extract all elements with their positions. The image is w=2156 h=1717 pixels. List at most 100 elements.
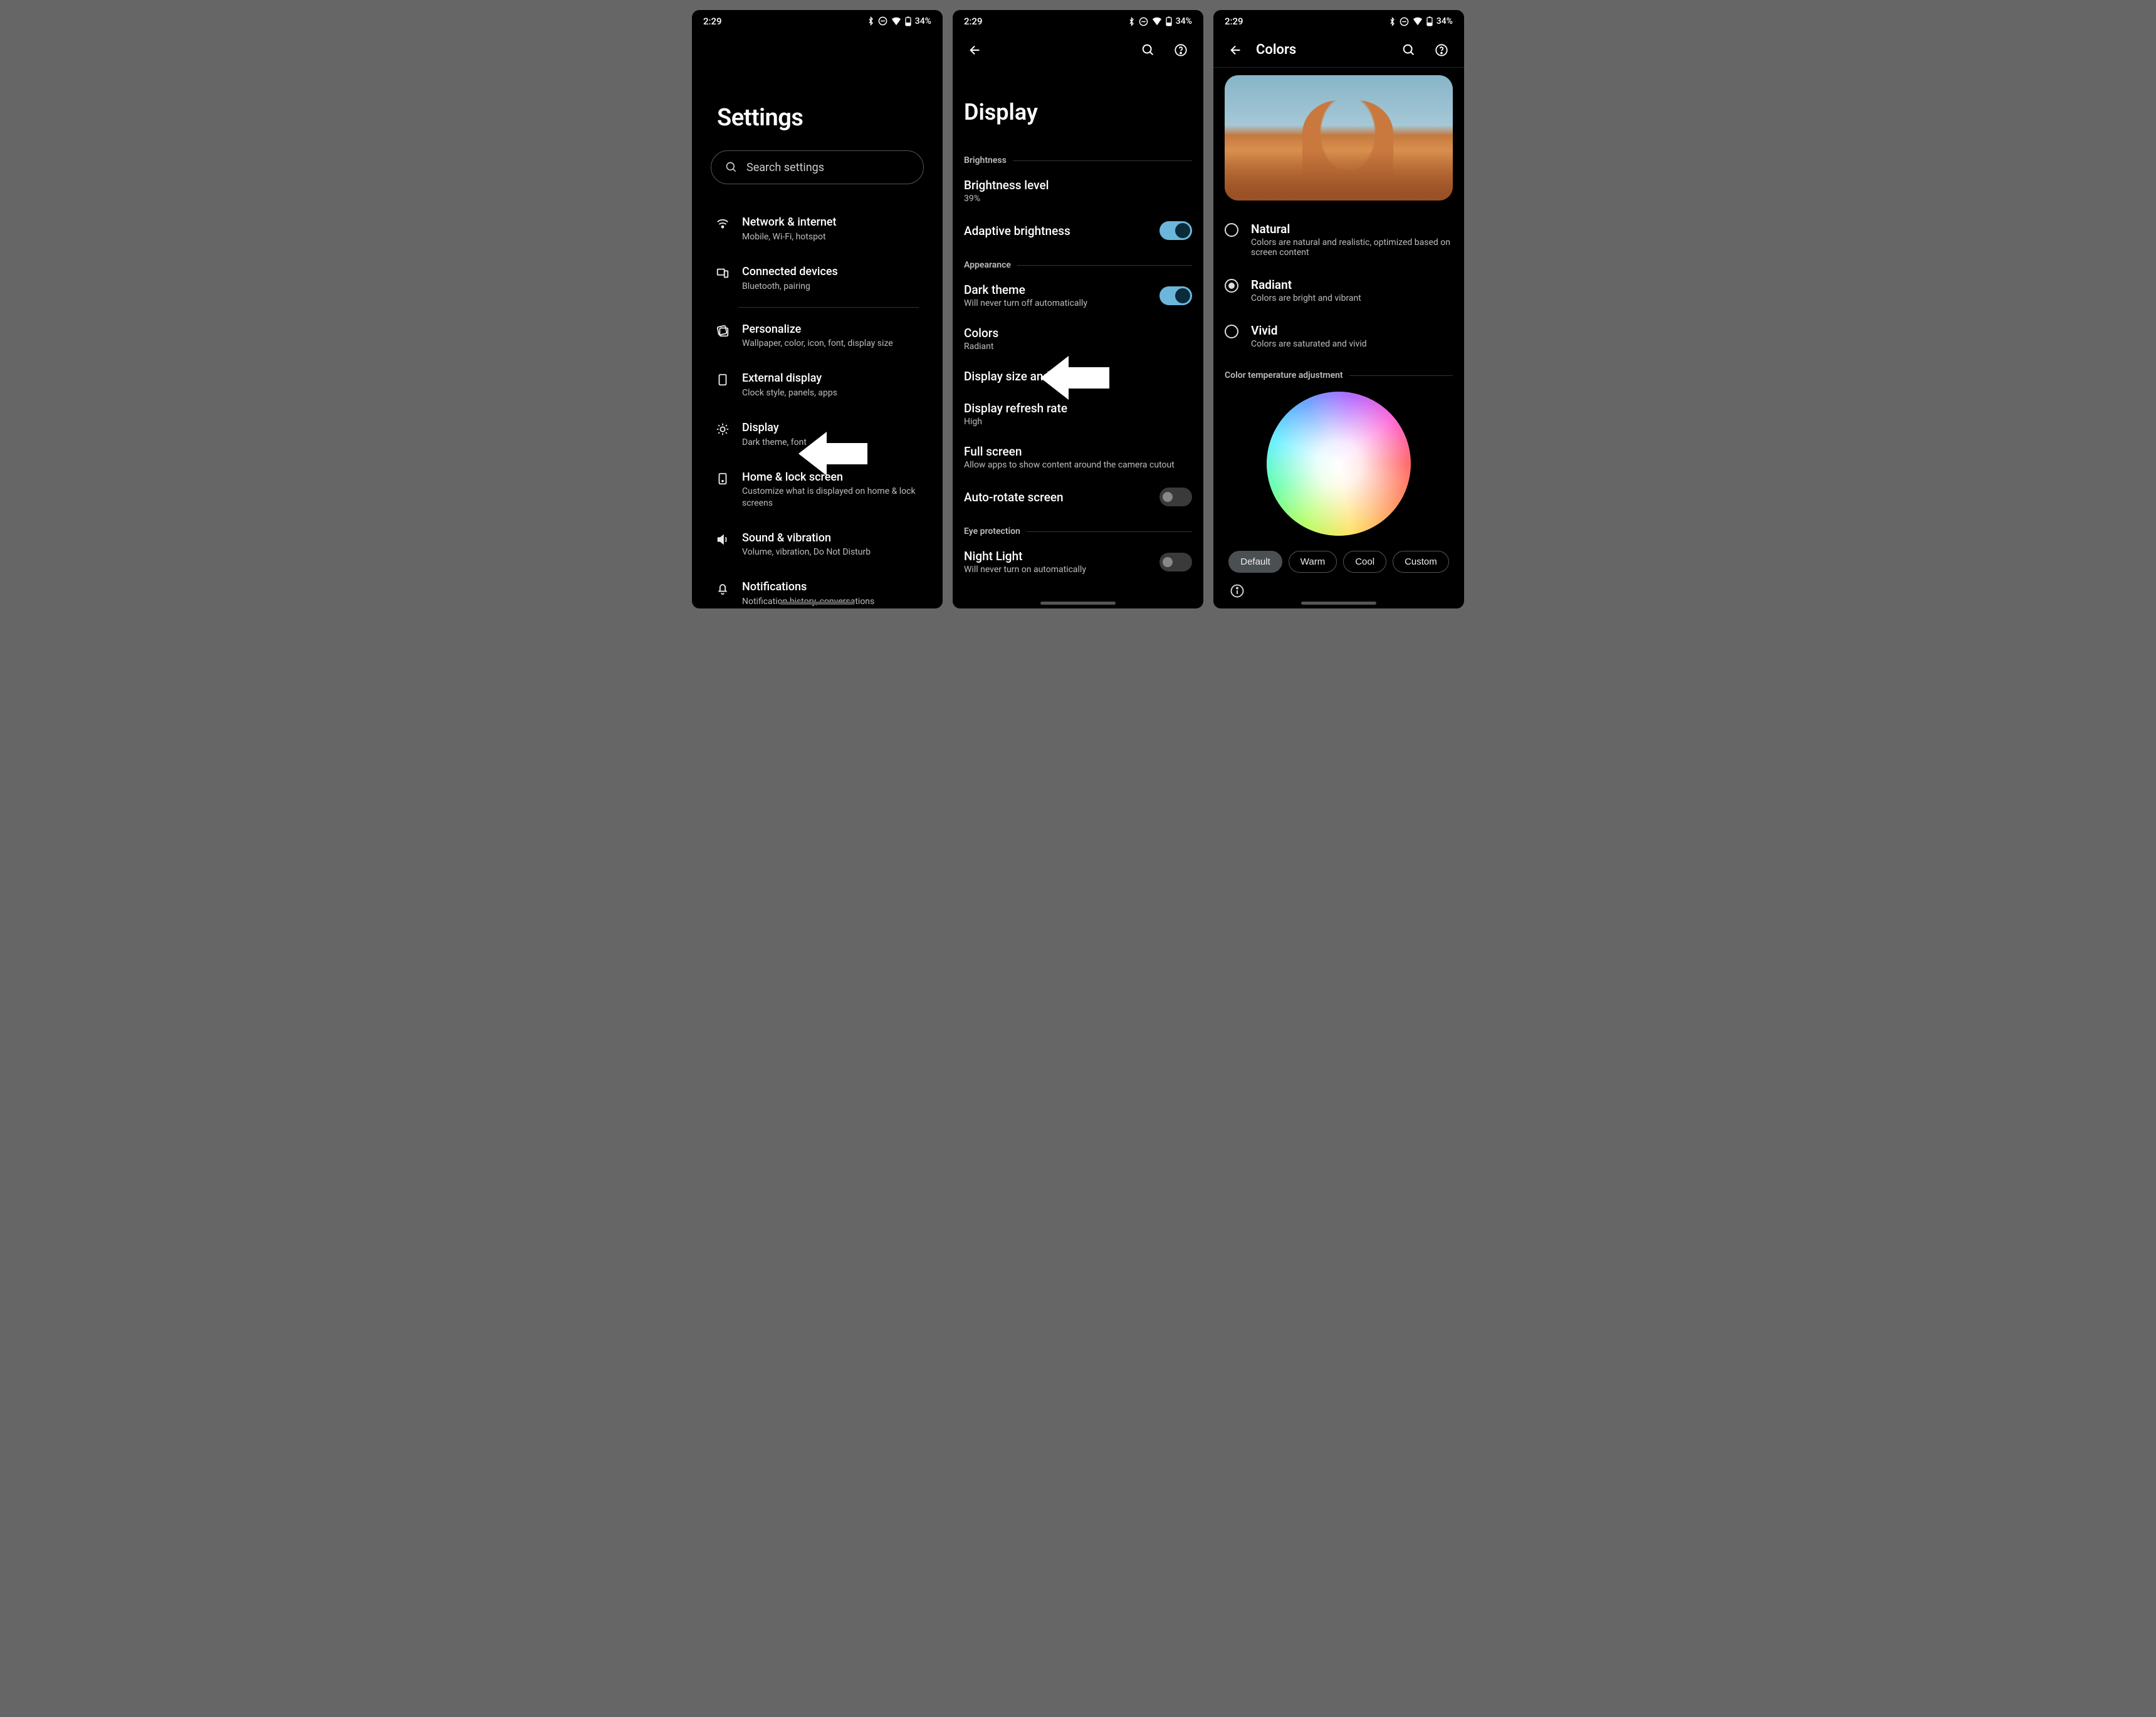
palette-icon (716, 323, 731, 340)
battery-icon (1166, 16, 1172, 26)
battery-pct: 34% (915, 16, 931, 26)
chip-warm[interactable]: Warm (1289, 551, 1337, 573)
search-icon (1141, 43, 1155, 57)
toggle-night-light[interactable] (1159, 553, 1192, 571)
clock: 2:29 (964, 16, 983, 27)
battery-icon (1426, 16, 1433, 26)
clock: 2:29 (703, 16, 722, 27)
clock: 2:29 (1225, 16, 1243, 27)
settings-item-sound[interactable]: Sound & vibrationVolume, vibration, Do N… (711, 520, 924, 570)
option-sub: Colors are bright and vibrant (1251, 293, 1361, 303)
toggle-dark-theme[interactable] (1159, 286, 1192, 305)
item-sub: Volume, vibration, Do Not Disturb (742, 546, 919, 558)
status-bar: 2:29 34% (1213, 10, 1464, 33)
pref-brightness-level[interactable]: Brightness level 39% (964, 169, 1192, 212)
help-button[interactable] (1429, 38, 1454, 63)
search-button[interactable] (1396, 38, 1421, 63)
color-preview-image (1225, 75, 1453, 201)
app-bar (953, 33, 1203, 68)
pref-night-light[interactable]: Night LightWill never turn on automatica… (964, 540, 1192, 583)
settings-item-external-display[interactable]: External displayClock style, panels, app… (711, 360, 924, 410)
pref-sub: High (964, 417, 1192, 427)
page-title: Settings (711, 32, 924, 150)
toggle-auto-rotate[interactable] (1159, 488, 1192, 506)
status-icons: 34% (867, 16, 931, 26)
item-title: Display (742, 421, 919, 436)
item-title: Notifications (742, 580, 919, 595)
back-arrow-icon (968, 43, 982, 57)
wifi-icon (891, 17, 901, 26)
search-placeholder: Search settings (746, 161, 824, 174)
color-option-natural[interactable]: NaturalColors are natural and realistic,… (1225, 212, 1453, 268)
settings-item-personalize[interactable]: PersonalizeWallpaper, color, icon, font,… (711, 311, 924, 361)
home-lock-icon (716, 471, 731, 488)
external-display-icon (716, 372, 731, 389)
app-bar: Colors (1213, 33, 1464, 68)
back-arrow-icon (1229, 43, 1243, 57)
search-settings[interactable]: Search settings (711, 150, 924, 184)
pref-title: Brightness level (964, 178, 1192, 192)
color-wheel[interactable] (1267, 392, 1411, 536)
item-sub: Mobile, Wi-Fi, hotspot (742, 231, 919, 243)
status-bar: 2:29 34% (953, 10, 1203, 33)
option-title: Natural (1251, 222, 1453, 236)
colors-screen: 2:29 34% Colors NaturalColors are natura… (1213, 10, 1464, 608)
chip-cool[interactable]: Cool (1343, 551, 1386, 573)
radio-icon (1225, 325, 1238, 338)
section-color-temp: Color temperature adjustment (1225, 370, 1453, 380)
chip-default[interactable]: Default (1228, 551, 1282, 573)
battery-pct: 34% (1436, 16, 1453, 26)
wifi-icon (716, 216, 731, 233)
nav-pill[interactable] (780, 602, 855, 605)
settings-item-home-lock[interactable]: Home & lock screenCustomize what is disp… (711, 459, 924, 520)
help-button[interactable] (1168, 38, 1193, 63)
dnd-icon (1400, 17, 1409, 26)
settings-item-connected[interactable]: Connected devicesBluetooth, pairing (711, 254, 924, 303)
item-sub: Bluetooth, pairing (742, 281, 919, 292)
settings-item-display[interactable]: DisplayDark theme, font (711, 410, 924, 459)
bluetooth-icon (867, 16, 874, 26)
pref-adaptive-brightness[interactable]: Adaptive brightness (964, 212, 1192, 249)
chip-custom[interactable]: Custom (1393, 551, 1449, 573)
settings-screen: 2:29 34% Settings Search settings Networ… (692, 10, 943, 608)
status-bar: 2:29 34% (692, 10, 943, 32)
option-title: Radiant (1251, 278, 1361, 292)
pref-display-size[interactable]: Display size and text (964, 360, 1192, 392)
bluetooth-icon (1128, 17, 1135, 26)
section-brightness: Brightness (964, 155, 1192, 165)
temp-chips: Default Warm Cool Custom (1225, 551, 1453, 573)
pref-sub: Will never turn on automatically (964, 565, 1152, 575)
pref-auto-rotate[interactable]: Auto-rotate screen (964, 479, 1192, 515)
info-icon (1230, 583, 1245, 598)
option-sub: Colors are natural and realistic, optimi… (1251, 237, 1453, 258)
status-icons: 34% (1128, 16, 1192, 26)
color-option-vivid[interactable]: VividColors are saturated and vivid (1225, 313, 1453, 359)
wifi-icon (1413, 17, 1423, 26)
appbar-title: Colors (1256, 42, 1296, 58)
nav-pill[interactable] (1040, 602, 1116, 605)
divider (738, 307, 919, 308)
pref-full-screen[interactable]: Full screenAllow apps to show content ar… (964, 436, 1192, 479)
pref-title: Dark theme (964, 283, 1152, 297)
pref-title: Adaptive brightness (964, 224, 1152, 238)
brightness-icon (716, 421, 731, 439)
radio-icon (1225, 279, 1238, 293)
pref-colors[interactable]: ColorsRadiant (964, 317, 1192, 360)
toggle-adaptive[interactable] (1159, 221, 1192, 240)
pref-sub: 39% (964, 194, 1192, 204)
item-title: Network & internet (742, 216, 919, 230)
section-appearance: Appearance (964, 260, 1192, 270)
pref-refresh-rate[interactable]: Display refresh rateHigh (964, 392, 1192, 436)
search-icon (1402, 43, 1416, 57)
settings-item-network[interactable]: Network & internetMobile, Wi-Fi, hotspot (711, 204, 924, 254)
devices-icon (716, 265, 731, 283)
back-button[interactable] (963, 38, 988, 63)
nav-pill[interactable] (1301, 602, 1376, 605)
search-button[interactable] (1136, 38, 1161, 63)
dnd-icon (1139, 17, 1148, 26)
color-option-radiant[interactable]: RadiantColors are bright and vibrant (1225, 268, 1453, 313)
radio-icon (1225, 223, 1238, 237)
info-button[interactable] (1228, 582, 1246, 600)
back-button[interactable] (1223, 38, 1248, 63)
pref-dark-theme[interactable]: Dark themeWill never turn off automatica… (964, 274, 1192, 317)
